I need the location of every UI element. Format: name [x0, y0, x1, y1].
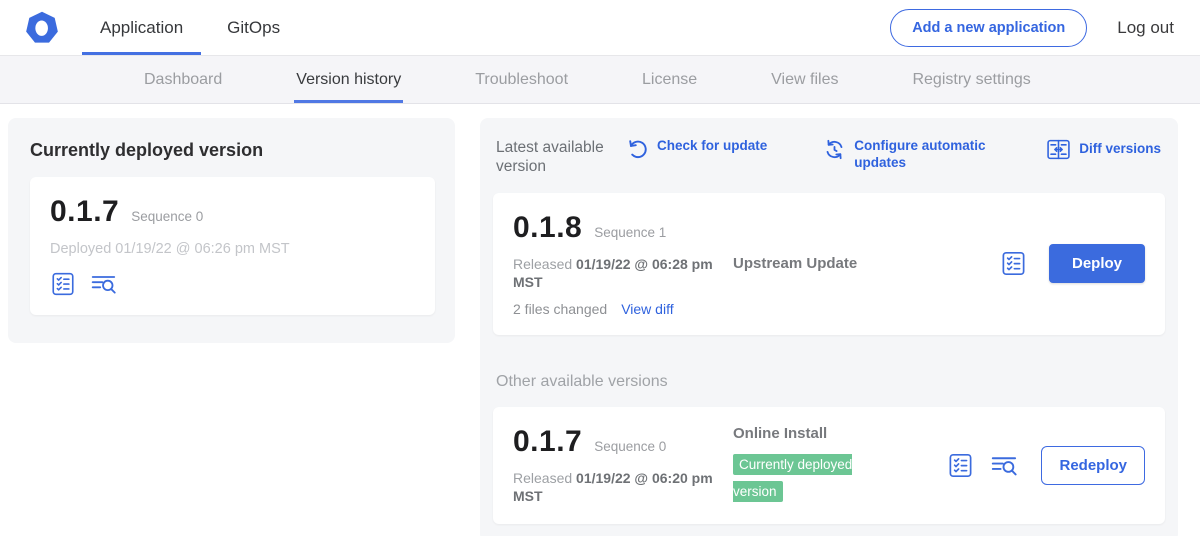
redeploy-button[interactable]: Redeploy [1041, 446, 1145, 485]
diff-versions-link[interactable]: Diff versions [1046, 138, 1161, 161]
other-sequence-label: Sequence 0 [594, 439, 666, 454]
tab-version-history[interactable]: Version history [294, 56, 403, 103]
tab-dashboard[interactable]: Dashboard [142, 56, 224, 103]
tab-troubleshoot-label: Troubleshoot [475, 71, 568, 89]
currently-deployed-title: Currently deployed version [30, 140, 435, 161]
tab-application[interactable]: Application [82, 0, 201, 55]
currently-deployed-panel: Currently deployed version 0.1.7 Sequenc… [8, 118, 455, 343]
kots-logo-icon [24, 10, 60, 46]
available-versions-panel: Latest available version Check for updat… [480, 118, 1178, 536]
configure-automatic-updates-label: Configure automatic updates [854, 138, 1004, 172]
latest-version-header: Latest available version Check for updat… [493, 138, 1165, 177]
check-for-update-link[interactable]: Check for update [626, 138, 767, 161]
app-sub-nav: Dashboard Version history Troubleshoot L… [0, 56, 1200, 104]
view-diff-link[interactable]: View diff [621, 301, 673, 317]
configure-automatic-updates-link[interactable]: Configure automatic updates [823, 138, 1004, 172]
other-source-label: Online Install [733, 425, 947, 442]
deploy-button[interactable]: Deploy [1049, 244, 1145, 283]
top-nav-right: Add a new application Log out [890, 0, 1200, 55]
currently-deployed-card: 0.1.7 Sequence 0 Deployed 01/19/22 @ 06:… [30, 177, 435, 315]
add-new-application-button[interactable]: Add a new application [890, 9, 1087, 47]
other-released-date: Released 01/19/22 @ 06:20 pm MST [513, 469, 718, 505]
files-changed-label: 2 files changed [513, 301, 607, 317]
diff-icon [1046, 138, 1071, 161]
version-card-0-1-8: 0.1.8 Sequence 1 Released 01/19/22 @ 06:… [493, 193, 1165, 335]
tab-troubleshoot[interactable]: Troubleshoot [473, 56, 570, 103]
tab-view-files[interactable]: View files [769, 56, 840, 103]
other-available-versions-title: Other available versions [496, 373, 1165, 391]
version-card-0-1-7: 0.1.7 Sequence 0 Released 01/19/22 @ 06:… [493, 407, 1165, 523]
latest-version-number: 0.1.8 [513, 211, 582, 245]
tab-registry-settings-label: Registry settings [912, 71, 1030, 89]
check-for-update-label: Check for update [657, 138, 767, 155]
currently-deployed-badge-wrap: Currently deployed version [733, 452, 885, 505]
preflight-checks-icon[interactable] [50, 271, 76, 297]
other-version-number: 0.1.7 [513, 425, 582, 459]
app-logo[interactable] [0, 0, 82, 55]
tab-gitops[interactable]: GitOps [209, 0, 298, 55]
main-content: Currently deployed version 0.1.7 Sequenc… [0, 104, 1200, 536]
latest-sequence-label: Sequence 1 [594, 225, 666, 240]
top-nav-tabs: Application GitOps [82, 0, 298, 55]
preflight-checks-icon[interactable] [1000, 250, 1027, 277]
latest-released-date: Released 01/19/22 @ 06:28 pm MST [513, 255, 718, 291]
deploy-logs-icon[interactable] [90, 271, 118, 297]
tab-registry-settings[interactable]: Registry settings [910, 56, 1032, 103]
latest-available-version-title: Latest available version [496, 138, 626, 177]
tab-dashboard-label: Dashboard [144, 71, 222, 89]
top-nav: Application GitOps Add a new application… [0, 0, 1200, 56]
deployed-date: Deployed 01/19/22 @ 06:26 pm MST [50, 241, 415, 257]
tab-gitops-label: GitOps [227, 18, 280, 38]
deployed-sequence-label: Sequence 0 [131, 209, 203, 224]
latest-source-label: Upstream Update [733, 255, 1000, 272]
auto-update-icon [823, 138, 846, 161]
deploy-logs-icon[interactable] [990, 452, 1019, 479]
tab-license[interactable]: License [640, 56, 699, 103]
preflight-checks-icon[interactable] [947, 452, 974, 479]
deployed-version-number: 0.1.7 [50, 195, 119, 229]
tab-version-history-label: Version history [296, 71, 401, 89]
tab-view-files-label: View files [771, 71, 838, 89]
tab-license-label: License [642, 71, 697, 89]
logout-button[interactable]: Log out [1117, 18, 1174, 38]
currently-deployed-badge: Currently deployed version [733, 454, 852, 501]
diff-versions-label: Diff versions [1079, 141, 1161, 158]
tab-application-label: Application [100, 18, 183, 38]
refresh-icon [626, 138, 649, 161]
